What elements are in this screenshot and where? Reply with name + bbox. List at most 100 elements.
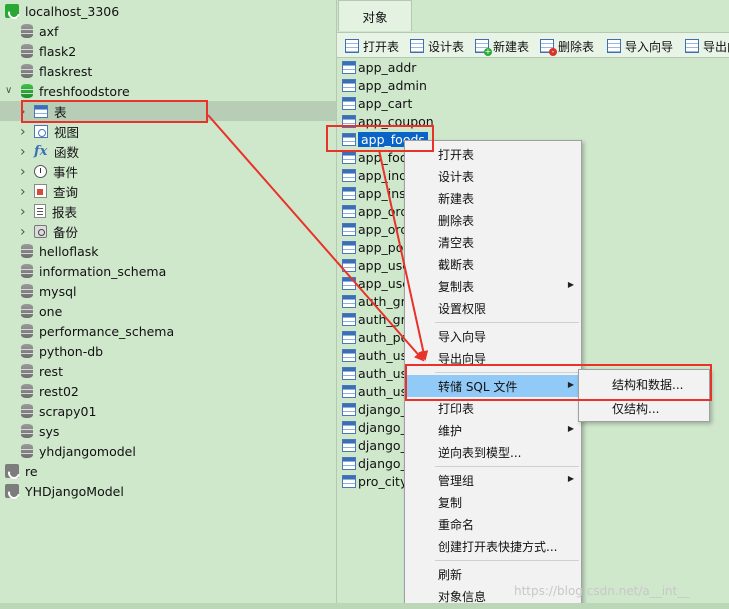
context-menu-item[interactable]: 截断表 [405,253,581,275]
table-name: app_ind [358,167,408,183]
context-menu-item[interactable]: 刷新 [405,563,581,585]
table-list-item[interactable]: pro_city [342,472,407,490]
context-menu-item[interactable]: 创建打开表快捷方式... [405,535,581,557]
table-list-item[interactable]: app_admin [342,76,427,94]
table-icon [342,456,356,470]
tree-connection[interactable]: localhost_3306 [5,1,119,21]
context-menu-item-label: 设计表 [438,169,475,184]
context-menu-item[interactable]: 维护 ▶ [405,419,581,441]
table-list-item[interactable]: app_pol [342,238,407,256]
report-icon [34,204,46,218]
context-menu-item[interactable]: 新建表 [405,187,581,209]
toolbar-button-label: 新建表 [493,39,530,54]
tree-category[interactable]: › 视图 [20,121,79,141]
context-menu-item[interactable]: 设置权限 [405,297,581,319]
tree-database[interactable]: flaskrest [21,61,92,81]
database-icon [21,84,33,98]
table-list-item[interactable]: auth_pe [342,328,408,346]
tree-category[interactable]: › 报表 [20,201,77,221]
table-list-item[interactable]: app_use [342,256,410,274]
tree-database-label: axf [39,23,59,39]
tree-database[interactable]: one [21,301,62,321]
toolbar-button[interactable]: + 新建表 [475,37,530,56]
context-menu-item[interactable]: 复制表 ▶ [405,275,581,297]
table-icon [342,312,356,326]
chevron-right-icon[interactable]: › [20,124,26,140]
tree-connection[interactable]: re [5,461,38,481]
tree-category[interactable]: › fx 函数 [20,141,79,161]
table-icon [342,420,356,434]
table-list-item[interactable]: django_ [342,454,407,472]
table-icon [342,204,356,218]
table-list-item[interactable]: app_cart [342,94,412,112]
table-icon [342,294,356,308]
tree-database-open[interactable]: ∨ freshfoodstore [5,81,130,101]
tree-database-label: freshfoodstore [39,83,130,99]
tree-database[interactable]: helloflask [21,241,99,261]
tree-category[interactable]: › 事件 [20,161,78,181]
chevron-right-icon[interactable]: › [20,164,26,180]
context-menu-item[interactable]: 逆向表到模型... [405,441,581,463]
table-list-item[interactable]: auth_gro [342,292,413,310]
table-list-item[interactable]: app_addr [342,58,416,76]
context-menu-item[interactable]: 复制 [405,491,581,513]
chevron-right-icon[interactable]: › [20,204,26,220]
database-icon [21,64,33,78]
submenu-arrow-icon: ▶ [567,424,574,433]
connection-icon [5,464,19,478]
table-list-item[interactable]: django_ [342,436,407,454]
database-icon [21,244,33,258]
tree-database[interactable]: python-db [21,341,103,361]
context-menu-item[interactable]: 删除表 [405,209,581,231]
toolbar-button[interactable]: 打开表 [345,37,399,55]
table-list-item[interactable]: django_ [342,418,407,436]
submenu-item-label: 仅结构... [612,401,660,416]
delete-table-icon: - [540,39,557,56]
chevron-down-icon[interactable]: ∨ [5,85,12,96]
tree-database-label: yhdjangomodel [39,443,136,459]
tree-database[interactable]: rest [21,361,63,381]
context-menu-item-label: 打开表 [438,147,475,162]
menu-separator [435,322,579,323]
tree-database[interactable]: scrapy01 [21,401,96,421]
context-menu-item[interactable]: 导入向导 [405,325,581,347]
context-menu-item[interactable]: 设计表 [405,165,581,187]
database-icon [21,304,33,318]
tree-database-label: python-db [39,343,104,359]
context-menu-item[interactable]: 清空表 [405,231,581,253]
toolbar-button[interactable]: 设计表 [410,37,464,55]
context-menu-item[interactable]: 重命名 [405,513,581,535]
table-list-item[interactable]: auth_gro [342,310,413,328]
tree-database[interactable]: yhdjangomodel [21,441,136,461]
tree-category[interactable]: › 备份 [20,221,78,241]
annotation-box-dump-sql [405,364,712,401]
tree-database[interactable]: information_schema [21,261,166,281]
context-menu-item[interactable]: 管理组 ▶ [405,469,581,491]
chevron-right-icon[interactable]: › [20,144,26,160]
tree-database[interactable]: sys [21,421,59,441]
chevron-right-icon[interactable]: › [20,184,26,200]
database-icon [21,44,33,58]
tab-objects[interactable]: 对象 [338,0,412,31]
tree-database[interactable]: axf [21,21,58,41]
table-list-item[interactable]: app_use [342,274,410,292]
tree-category-label: 事件 [53,164,79,180]
context-menu-item-label: 逆向表到模型... [438,445,522,460]
tree-connection[interactable]: YHDjangoModel [5,481,124,501]
tree-category[interactable]: › 查询 [20,181,78,201]
table-list-item[interactable]: app_ord [342,202,408,220]
table-list-item[interactable]: app_ins [342,184,406,202]
table-list-item[interactable]: django_ [342,400,407,418]
database-icon [21,264,33,278]
tree-database-label: flaskrest [39,63,93,79]
toolbar-button[interactable]: 导出向导 [685,37,729,55]
tree-database[interactable]: mysql [21,281,77,301]
tree-database[interactable]: performance_schema [21,321,174,341]
table-list-item[interactable]: app_ind [342,166,407,184]
tree-database[interactable]: rest02 [21,381,79,401]
tree-database[interactable]: flask2 [21,41,76,61]
toolbar-button[interactable]: - 删除表 [540,37,594,56]
table-list-item[interactable]: app_ord [342,220,408,238]
toolbar-button[interactable]: 导入向导 [607,37,673,55]
chevron-right-icon[interactable]: › [20,224,26,240]
